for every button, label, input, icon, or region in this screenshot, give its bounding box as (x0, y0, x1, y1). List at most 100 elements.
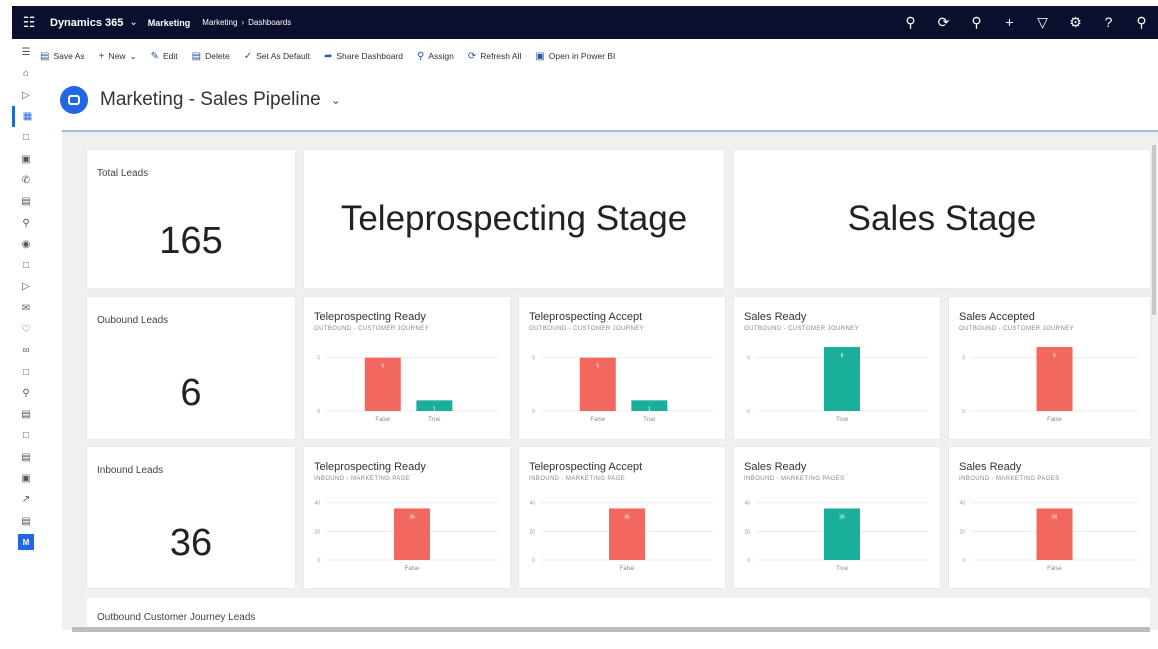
refresh-all-button[interactable]: ⟳ Refresh All (468, 51, 522, 62)
chart-tile[interactable]: Sales Ready INBOUND - MARKETING PAGES 0 20 4… (949, 447, 1150, 588)
assign-button[interactable]: ⚲ Assign (417, 51, 454, 62)
y-tick-label: 40 (529, 501, 535, 507)
user-icon[interactable]: ⚲ (1125, 14, 1158, 31)
box-icon[interactable]: ▤ (12, 511, 40, 532)
chart-tile[interactable]: Teleprospecting Accept OUTBOUND - CUSTOME… (519, 297, 725, 439)
page-icon[interactable]: □ (12, 127, 40, 148)
y-tick-label: 20 (744, 529, 750, 535)
y-tick-label: 0 (962, 409, 965, 415)
globe-icon[interactable]: ◉ (12, 234, 40, 255)
waffle-icon[interactable]: ☷ (12, 14, 46, 31)
cmd-label: New (108, 51, 126, 61)
document-icon[interactable]: □ (12, 255, 40, 276)
share-icon: ➦ (323, 50, 333, 62)
outbound-journey-tile[interactable]: Outbound Customer Journey Leads (87, 598, 1150, 628)
recent-icon[interactable]: ▷ (12, 85, 40, 106)
bar-value-label: 36 (624, 514, 630, 520)
chart-tile[interactable]: Sales Accepted OUTBOUND - CUSTOMER JOURNE… (949, 297, 1150, 439)
dashboard-header: Marketing - Sales Pipeline ⌄ (60, 84, 341, 116)
y-tick-label: 5 (962, 356, 965, 362)
share-dashboard-button[interactable]: ➦ Share Dashboard (324, 51, 403, 62)
y-tick-label: 5 (747, 356, 750, 362)
chart-tile[interactable]: Teleprospecting Ready INBOUND - MARKETING… (304, 447, 510, 588)
save-icon: ▤ (40, 50, 50, 62)
calendar-icon[interactable]: ▣ (12, 148, 40, 169)
chevron-right-icon: › (241, 18, 245, 27)
chart-icon[interactable]: ↗ (12, 489, 40, 510)
delete-button[interactable]: ▤ Delete (192, 51, 230, 62)
vertical-scrollbar[interactable] (1152, 145, 1156, 315)
chart-tile[interactable]: Sales Ready INBOUND - MARKETING PAGES 0 20 4… (734, 447, 940, 588)
y-tick-label: 5 (317, 356, 320, 362)
chevron-down-icon[interactable]: ⌄ (129, 17, 137, 28)
heart-icon[interactable]: ♡ (12, 319, 40, 340)
keyboard-icon[interactable]: ▣ (12, 468, 40, 489)
app-brand[interactable]: Dynamics 365 (50, 17, 123, 29)
kpi-tile-total-leads[interactable]: Total Leads 165 (87, 150, 295, 288)
cmd-label: Assign (428, 51, 454, 61)
contact-icon[interactable]: ⚲ (12, 212, 40, 233)
bar-chart: 0 5 6 True (747, 347, 928, 423)
x-tick-label: True (836, 417, 849, 423)
breadcrumb: Marketing › Dashboards (202, 18, 291, 27)
kpi-label: Inbound Leads (97, 465, 164, 476)
file-icon[interactable]: □ (12, 425, 40, 446)
x-tick-label: False (405, 566, 420, 572)
open-in-power-bi-button[interactable]: ▣ Open in Power BI (535, 51, 615, 62)
filter-icon[interactable]: ▽ (1026, 14, 1059, 31)
y-tick-label: 40 (314, 501, 320, 507)
pin-icon[interactable]: ⚲ (12, 383, 40, 404)
lock-icon[interactable]: ▤ (12, 447, 40, 468)
chart-tile[interactable]: Teleprospecting Ready OUTBOUND - CUSTOMER… (304, 297, 510, 439)
set-as-default-button[interactable]: ✓ Set As Default (244, 51, 310, 62)
y-tick-label: 0 (747, 558, 750, 564)
top-nav-bar: ☷ Dynamics 365 ⌄ Marketing Marketing › D… (12, 6, 1158, 39)
cmd-label: Delete (205, 51, 230, 61)
save-as-button[interactable]: ▤ Save As (40, 51, 85, 62)
refresh-icon: ⟳ (467, 50, 477, 62)
recent-icon[interactable]: ⟳ (927, 14, 960, 31)
x-tick-label: False (375, 417, 390, 423)
x-tick-label: True (836, 566, 849, 572)
x-tick-label: True (428, 417, 441, 423)
plus-icon[interactable]: + (993, 14, 1026, 31)
dashboard-icon[interactable]: ▦ (12, 105, 40, 128)
edit-button[interactable]: ✎ Edit (151, 51, 178, 62)
phone-icon[interactable]: ✆ (12, 170, 40, 191)
breadcrumb-item[interactable]: Dashboards (248, 18, 291, 27)
page-title[interactable]: Marketing - Sales Pipeline (100, 89, 321, 111)
hamburger-icon[interactable]: ☰ (12, 42, 40, 63)
mail-icon[interactable]: ✉ (12, 298, 40, 319)
kpi-tile-outbound-leads[interactable]: Oubound Leads 6 (87, 297, 295, 439)
home-icon[interactable]: ⌂ (12, 63, 40, 84)
gear-icon[interactable]: ⚙ (1059, 14, 1092, 31)
chart-tile[interactable]: Teleprospecting Accept INBOUND - MARKETIN… (519, 447, 725, 588)
bar-value-label: 36 (839, 514, 845, 520)
chevron-down-icon[interactable]: ⌄ (331, 93, 341, 107)
horizontal-scrollbar[interactable] (72, 627, 1150, 632)
report-icon[interactable]: ▤ (12, 404, 40, 425)
search-icon[interactable]: ⚲ (894, 14, 927, 31)
lightbulb-icon[interactable]: ⚲ (960, 14, 993, 31)
new-button[interactable]: + New ⌄ (99, 51, 137, 62)
tile-label: Outbound Customer Journey Leads (97, 612, 256, 623)
clipboard-icon[interactable]: ▤ (12, 191, 40, 212)
y-tick-label: 40 (744, 501, 750, 507)
area-name[interactable]: Marketing (148, 18, 191, 28)
link-icon[interactable]: ∞ (12, 340, 40, 361)
cmd-label: Save As (53, 51, 85, 61)
tag-icon[interactable]: ▷ (12, 276, 40, 297)
y-tick-label: 20 (314, 529, 320, 535)
y-tick-label: 0 (532, 558, 535, 564)
bar-value-label: 6 (841, 353, 844, 359)
help-icon[interactable]: ? (1092, 14, 1125, 31)
avatar[interactable]: M (18, 534, 34, 551)
chart-tile[interactable]: Sales Ready OUTBOUND - CUSTOMER JOURNEY 0 5… (734, 297, 940, 439)
breadcrumb-item[interactable]: Marketing (202, 18, 237, 27)
kpi-tile-inbound-leads[interactable]: Inbound Leads 36 (87, 447, 295, 588)
bar-chart: 0 20 40 36 False (314, 501, 498, 572)
bar-chart: 0 20 40 36 True (744, 501, 928, 572)
user-avatar-slot: M (12, 532, 40, 553)
cmd-label: Edit (163, 51, 178, 61)
window-icon[interactable]: □ (12, 361, 40, 382)
